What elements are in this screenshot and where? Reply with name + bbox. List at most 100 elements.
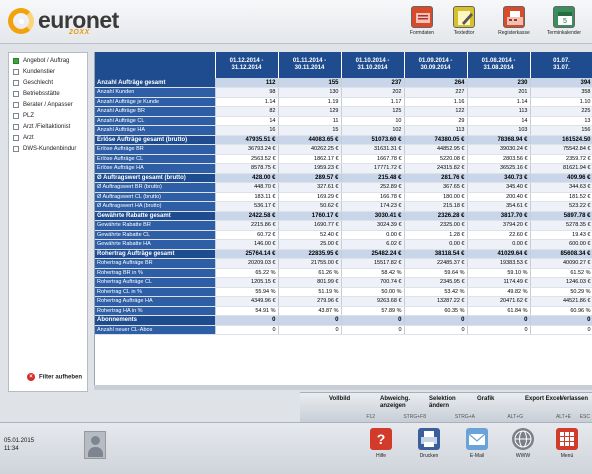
print-button[interactable]: Drucken	[406, 428, 452, 472]
table-cell: 44852.95 €	[404, 144, 468, 155]
table-group-row[interactable]: Anzahl Aufträge gesamt 112 155 237 264 230 394	[95, 78, 592, 88]
help-button[interactable]: ? Hilfe	[358, 428, 404, 472]
row-label: Rohertrag Aufträge gesamt	[95, 249, 216, 259]
table-row[interactable]: Erlöse Aufträge BR 36793.24 €40262.25 €31…	[95, 144, 592, 155]
table-row[interactable]: Rohertrag HA in % 54.91 % 43.87 % 57.89 % 60…	[95, 306, 592, 316]
calendar-button[interactable]: 5 Terminkalender	[538, 6, 590, 42]
table-cell: 0	[215, 325, 279, 335]
sidebar-item-label: Berater / Anpasser	[23, 102, 73, 108]
table-cell: 85608.34 €	[530, 249, 592, 259]
text-editor-button[interactable]: Textedtor	[438, 6, 490, 42]
help-label: Hilfe	[375, 453, 386, 459]
checkbox-icon[interactable]	[13, 146, 19, 152]
table-cell: 0	[341, 325, 405, 335]
table-cell: 215.18 €	[404, 201, 468, 212]
horizontal-scrollbar[interactable]	[94, 385, 592, 390]
table-row[interactable]: Rohertrag Aufträge HA 4349.96 €279.96 €92…	[95, 296, 592, 307]
sidebar-item-angebot[interactable]: Angebot / Auftrag	[13, 58, 69, 68]
table-cell: 15	[278, 125, 342, 136]
sidebar-item-betriebsstaette[interactable]: Betriebsstätte	[13, 91, 60, 101]
sidebar-item-plz[interactable]: PLZ	[13, 113, 34, 123]
table-group-row[interactable]: Gewährte Rabatte gesamt 2422.58 €1760.17 …	[95, 211, 592, 221]
sidebar-item-label: DWS-Kundenbindur	[23, 146, 77, 152]
table-cell: 600.00 €	[530, 239, 592, 250]
user-avatar-icon[interactable]	[84, 431, 106, 459]
logo-ring-icon	[8, 8, 34, 34]
sidebar-item-label: Arzt /Fieltaktionist	[23, 124, 71, 130]
table-cell: 25.00 €	[278, 239, 342, 250]
chart-button[interactable]: Grafik ALT+G	[477, 396, 525, 422]
logo-subtitle: 2OXX	[69, 29, 90, 36]
column-header-period[interactable]: 01.07. 31.07.	[530, 52, 592, 78]
table-group-row[interactable]: Erlöse Aufträge gesamt (brutto) 47935.51 …	[95, 135, 592, 145]
table-cell: 53.42 %	[404, 287, 468, 297]
table-cell: 289.57 €	[278, 173, 342, 183]
table-cell: 1667.78 €	[341, 154, 405, 164]
menu-button[interactable]: Menü	[544, 428, 590, 472]
sidebar-item-kundenstier[interactable]: Kundenstier	[13, 69, 55, 79]
table-cell: 3024.39 €	[341, 220, 405, 231]
table-cell: 98	[215, 87, 279, 98]
table-row[interactable]: Ø Auftragswert CL (brutto) 183.11 €169.29…	[95, 192, 592, 202]
sidebar-item-label: Angebot / Auftrag	[23, 58, 70, 64]
table-row[interactable]: Gewährte Rabatte HA 146.00 €25.00 €6.02 €…	[95, 239, 592, 250]
table-cell: 536.17 €	[215, 201, 279, 212]
table-row[interactable]: Anzahl Aufträge HA 16 15 102 113 103 156	[95, 125, 592, 136]
table-cell: 0	[278, 315, 342, 326]
table-group-row[interactable]: Ø Auftragswert gesamt (brutto) 428.00 €28…	[95, 173, 592, 183]
table-group-row[interactable]: Abonnements 0 0 0 0 0 0	[95, 315, 592, 326]
cash-register-button[interactable]: Registerkasse	[488, 6, 540, 42]
action-label: Verlassen	[560, 396, 589, 402]
checkbox-icon[interactable]	[13, 135, 19, 141]
table-row[interactable]: Erlöse Aufträge HA 8578.75 €1959.23 €1777…	[95, 163, 592, 174]
checkbox-icon[interactable]	[13, 91, 19, 97]
table-row[interactable]: Rohertrag BR in % 65.22 % 61.26 % 58.42 % 59…	[95, 268, 592, 278]
table-row[interactable]: Rohertrag Aufträge CL 1205.15 €801.99 €70…	[95, 277, 592, 288]
web-button[interactable]: WWW	[500, 428, 546, 472]
table-cell: 14	[467, 116, 531, 126]
fullscreen-button[interactable]: Vollbild F12	[329, 396, 377, 422]
sidebar-item-berater[interactable]: Berater / Anpasser	[13, 102, 73, 112]
filter-off-button[interactable]: × Filter aufheben	[27, 373, 82, 381]
table-row[interactable]: Anzahl Aufträge CL 14 11 10 29 14 13	[95, 116, 592, 126]
show-deviation-button[interactable]: Abweichg. anzeigen STRG+F8	[380, 396, 428, 422]
sidebar-item-geschlecht[interactable]: Geschlecht	[13, 80, 53, 90]
filter-off-label: Filter aufheben	[39, 374, 83, 381]
exit-button[interactable]: Verlassen ESC	[560, 396, 592, 422]
table-row[interactable]: Anzahl neuer CL-Abos 0 0 0 0 0 0	[95, 325, 592, 335]
sidebar-item-arzt[interactable]: Arzt	[13, 135, 34, 145]
table-cell: 354.61 €	[467, 201, 531, 212]
table-cell: 36525.16 €	[467, 163, 531, 174]
checkbox-icon[interactable]	[13, 69, 19, 75]
table-row[interactable]: Anzahl Kunden 98 130 202 227 201 358	[95, 87, 592, 98]
euronet-logo: euronet 2OXX	[8, 6, 128, 38]
checkbox-icon[interactable]	[13, 58, 19, 64]
sidebar-item-dws[interactable]: DWS-Kundenbindur	[13, 146, 76, 156]
sidebar-item-arzt-fieltaktionist[interactable]: Arzt /Fieltaktionist	[13, 124, 70, 134]
column-header-period[interactable]: 01.08.2014 - 31.08.2014	[467, 52, 531, 78]
table-row[interactable]: Gewährte Rabatte BR 2215.86 €1690.77 €302…	[95, 220, 592, 231]
table-cell: 113	[467, 106, 531, 117]
table-group-row[interactable]: Rohertrag Aufträge gesamt 25764.14 €22835…	[95, 249, 592, 259]
column-header-period[interactable]: 01.11.2014 - 30.11.2014	[278, 52, 342, 78]
table-row[interactable]: Ø Auftragswert HA (brutto) 536.17 €50.62 …	[95, 201, 592, 212]
email-button[interactable]: E-Mail	[454, 428, 500, 472]
table-row[interactable]: Gewährte Rabatte CL 60.72 €52.40 €0.00 €1…	[95, 230, 592, 240]
table-cell: 2422.58 €	[215, 211, 279, 221]
checkbox-icon[interactable]	[13, 80, 19, 86]
table-row[interactable]: Anzahl Aufträge je Kunde 1.14 1.19 1.17 1.16…	[95, 97, 592, 107]
table-cell: 428.00 €	[215, 173, 279, 183]
column-header-period[interactable]: 01.12.2014 - 31.12.2014	[215, 52, 279, 78]
table-row[interactable]: Rohertrag CL in % 55.94 % 51.19 % 50.00 % 53…	[95, 287, 592, 297]
current-time: 11:34	[4, 446, 19, 452]
table-row[interactable]: Ø Auftragswert BR (brutto) 448.70 €327.61…	[95, 182, 592, 193]
checkbox-icon[interactable]	[13, 113, 19, 119]
change-selection-button[interactable]: Selektion ändern STRG+A	[429, 396, 477, 422]
column-header-period[interactable]: 01.09.2014 - 30.09.2014	[404, 52, 468, 78]
table-row[interactable]: Anzahl Aufträge BR 82 129 125 122 113 225	[95, 106, 592, 117]
column-header-period[interactable]: 01.10.2014 - 31.10.2014	[341, 52, 405, 78]
table-row[interactable]: Rohertrag Aufträge BR 20209.03 €21755.00 …	[95, 258, 592, 269]
checkbox-icon[interactable]	[13, 102, 19, 108]
table-row[interactable]: Erlöse Aufträge CL 2563.52 €1862.17 €1667…	[95, 154, 592, 164]
checkbox-icon[interactable]	[13, 124, 19, 130]
